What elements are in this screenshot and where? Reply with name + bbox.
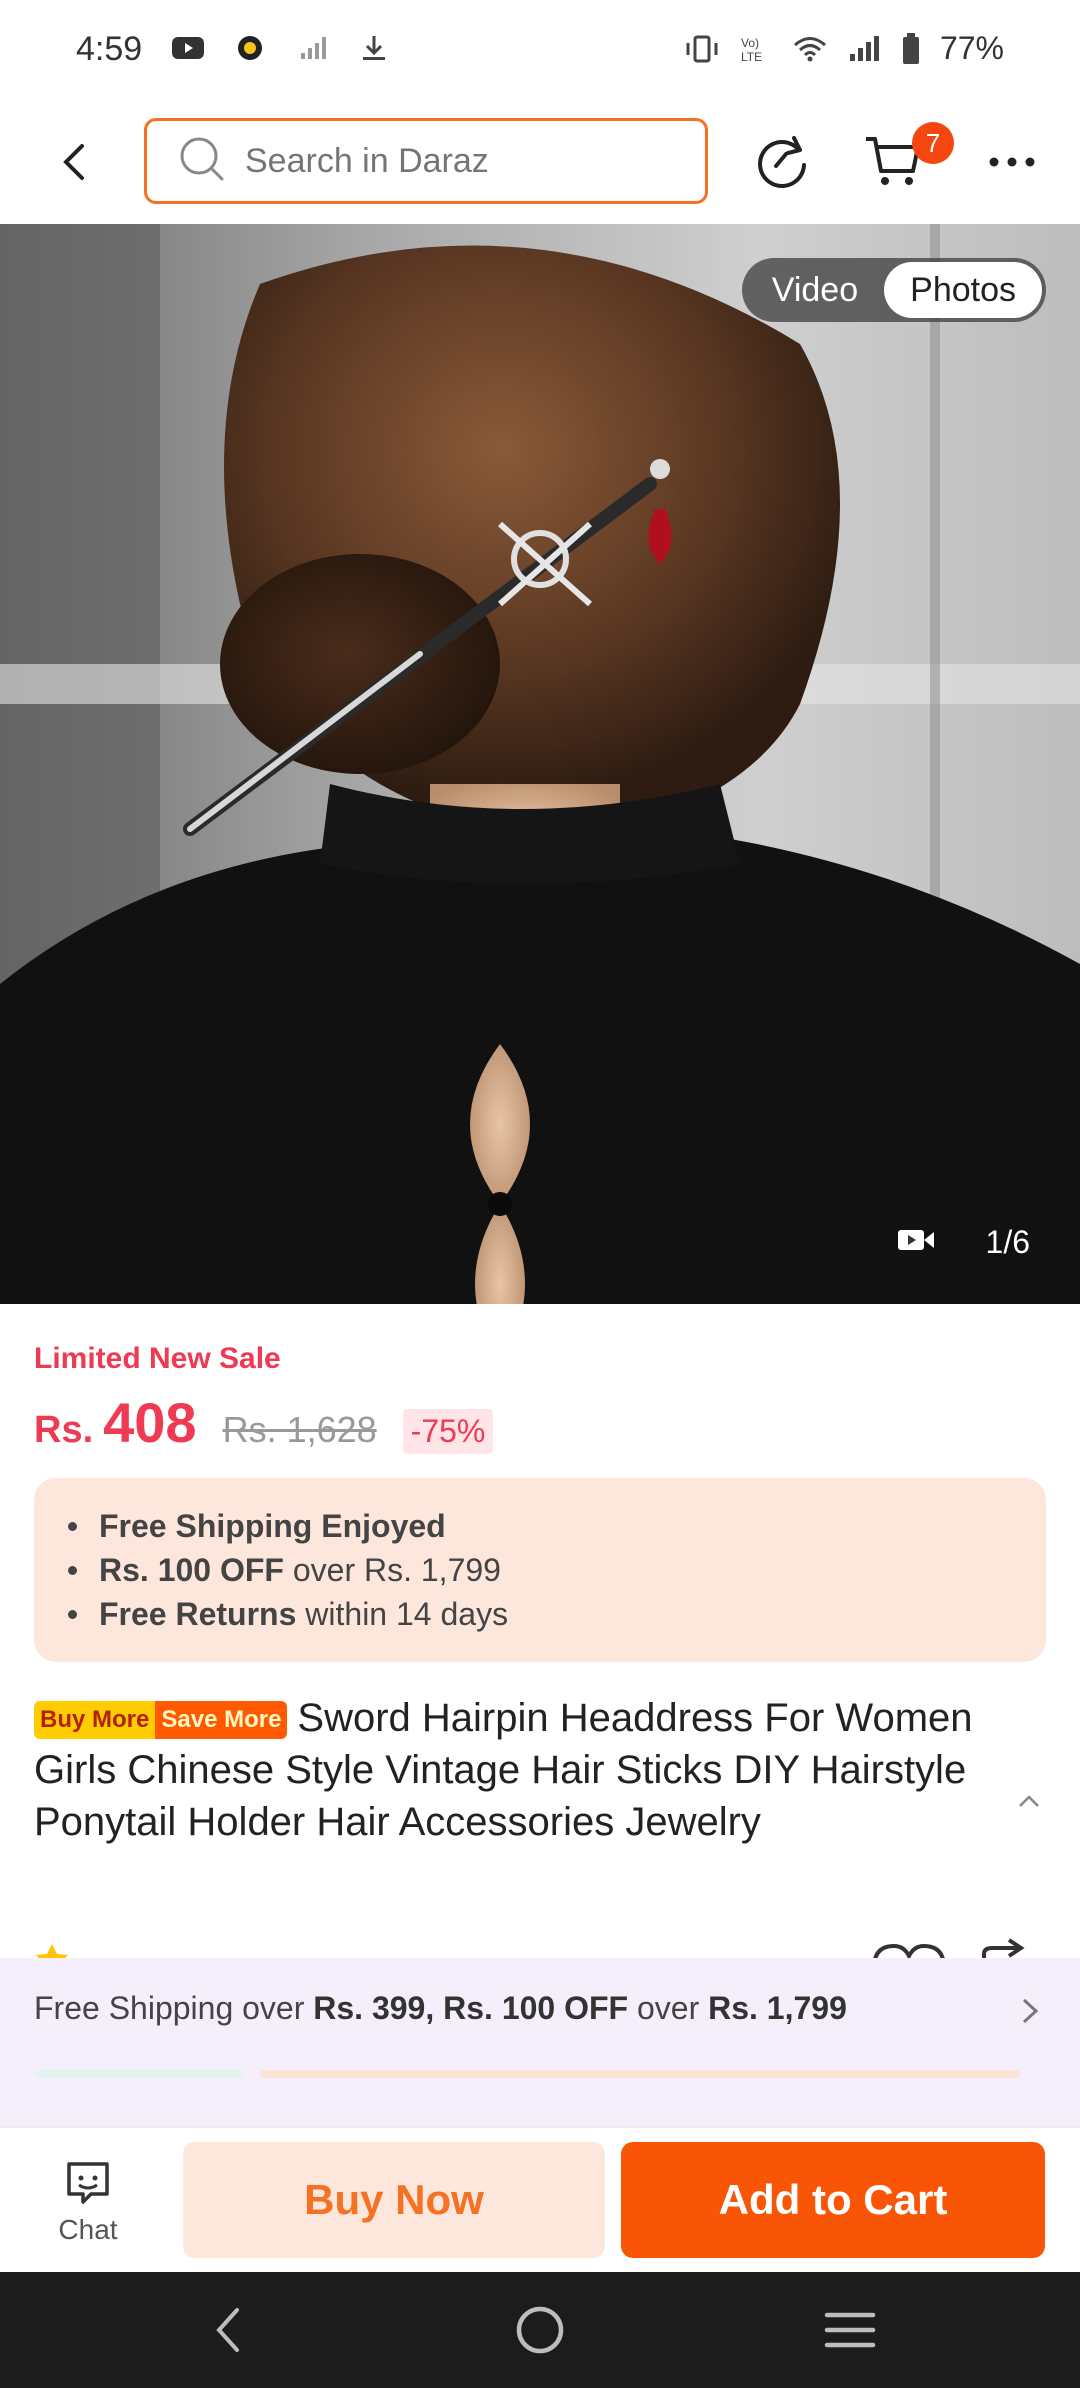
benefit-free-returns: Free Returns within 14 days — [68, 1592, 1046, 1636]
media-toggle: Video Photos — [741, 258, 1046, 322]
add-to-cart-button[interactable]: Add to Cart — [621, 2142, 1045, 2258]
share-icon[interactable] — [982, 1938, 1025, 1958]
benefit-bold: Free Returns — [99, 1596, 297, 1632]
chevron-right-icon — [1022, 1998, 1039, 2024]
promo-label: Limited New Sale — [34, 1342, 281, 1375]
search-icon — [177, 134, 227, 189]
no-signal-icon — [294, 30, 330, 66]
tag-buy-more: Buy More — [34, 1701, 156, 1739]
back-icon — [63, 144, 84, 180]
collapse-title-chevron-icon[interactable] — [1014, 1786, 1044, 1816]
rating-row — [34, 1938, 1046, 1958]
progress-segment — [34, 2070, 244, 2078]
bullet — [68, 1609, 77, 1619]
star-icon — [36, 1944, 68, 1958]
volte-icon: Vo) LTE — [738, 31, 774, 67]
progress-segment — [260, 2070, 1020, 2078]
youtube-icon — [170, 30, 206, 66]
benefit-rest: within 14 days — [296, 1596, 509, 1632]
system-recents-icon — [824, 2312, 876, 2348]
price-row: Rs. 408 Rs. 1,628 -75% — [34, 1390, 494, 1455]
status-bar: 4:59 Vo) LTE 77% — [0, 0, 1080, 100]
signal-icon — [846, 31, 882, 67]
system-recents-button[interactable] — [820, 2304, 880, 2356]
benefit-rest: over Rs. 1,799 — [283, 1552, 501, 1588]
refresh-button[interactable] — [752, 130, 814, 192]
benefit-text: Free Shipping Enjoyed — [99, 1508, 446, 1544]
battery-percent: 77% — [939, 30, 1004, 66]
discount-badge: -75% — [402, 1409, 494, 1454]
battery-icon — [900, 31, 922, 67]
bullet — [68, 1521, 77, 1531]
benefit-free-shipping: Free Shipping Enjoyed — [68, 1504, 1046, 1548]
tag-save-more: Save More — [155, 1701, 288, 1739]
refresh-icon — [758, 136, 806, 188]
benefits-box: Free Shipping Enjoyed Rs. 100 OFF over R… — [34, 1478, 1046, 1662]
product-image-gallery[interactable]: Video Photos 1/6 — [0, 224, 1080, 1304]
back-button[interactable] — [50, 138, 98, 186]
tab-video[interactable]: Video — [746, 262, 884, 318]
ship-mid: over — [628, 1990, 709, 2026]
product-title-block: Buy More Save More Sword Hairpin Headdre… — [34, 1692, 1014, 1848]
system-back-icon — [216, 2308, 239, 2352]
download-icon — [356, 30, 392, 66]
svg-text:Vo): Vo) — [741, 36, 759, 50]
ship-bold-1: Rs. 399, Rs. 100 OFF — [313, 1990, 629, 2026]
product-title: Buy More Save More Sword Hairpin Headdre… — [34, 1692, 1014, 1848]
more-button[interactable] — [984, 144, 1040, 180]
bullet — [68, 1565, 77, 1575]
ship-bold-2: Rs. 1,799 — [708, 1990, 847, 2026]
benefit-discount: Rs. 100 OFF over Rs. 1,799 — [68, 1548, 1046, 1592]
shipping-progress — [34, 2070, 1020, 2078]
shipping-offer-strip[interactable]: Free Shipping over Rs. 399, Rs. 100 OFF … — [0, 1958, 1080, 2126]
chat-icon — [67, 2162, 109, 2204]
search-box[interactable] — [144, 118, 708, 204]
price-original: Rs. 1,628 — [222, 1409, 377, 1450]
bottom-action-bar: Chat Buy Now Add to Cart — [0, 2126, 1080, 2272]
cart-count-badge: 7 — [912, 122, 954, 164]
gallery-counter: 1/6 — [876, 1214, 1060, 1270]
system-back-button[interactable] — [198, 2304, 258, 2356]
price-currency: Rs. — [34, 1409, 94, 1451]
shipping-offer-text: Free Shipping over Rs. 399, Rs. 100 OFF … — [34, 1990, 847, 2027]
system-navigation-bar — [0, 2272, 1080, 2388]
ship-prefix: Free Shipping over — [34, 1990, 314, 2026]
top-nav: 7 — [0, 100, 1080, 224]
vibrate-icon — [684, 31, 720, 67]
chat-label: Chat — [58, 2214, 118, 2245]
tab-photos[interactable]: Photos — [884, 262, 1042, 318]
benefit-bold: Rs. 100 OFF — [99, 1552, 284, 1588]
system-home-button[interactable] — [510, 2304, 570, 2356]
wifi-icon — [792, 31, 828, 67]
status-right: Vo) LTE 77% — [684, 30, 1004, 67]
image-counter: 1/6 — [985, 1223, 1030, 1260]
price-current: 408 — [103, 1391, 197, 1454]
app-icon — [232, 30, 268, 66]
system-home-icon — [516, 2306, 564, 2354]
product-photo — [0, 224, 1080, 1304]
chat-button[interactable]: Chat — [30, 2158, 146, 2246]
more-icon — [989, 157, 1035, 167]
status-left-icons — [170, 30, 392, 66]
buy-now-button[interactable]: Buy Now — [183, 2142, 605, 2258]
svg-text:LTE: LTE — [741, 50, 762, 64]
status-time: 4:59 — [76, 30, 143, 68]
video-camera-icon[interactable] — [896, 1226, 936, 1259]
search-input[interactable] — [245, 141, 685, 181]
buy-more-save-more-tag: Buy More Save More — [34, 1701, 288, 1739]
wishlist-icon[interactable] — [873, 1943, 945, 1958]
